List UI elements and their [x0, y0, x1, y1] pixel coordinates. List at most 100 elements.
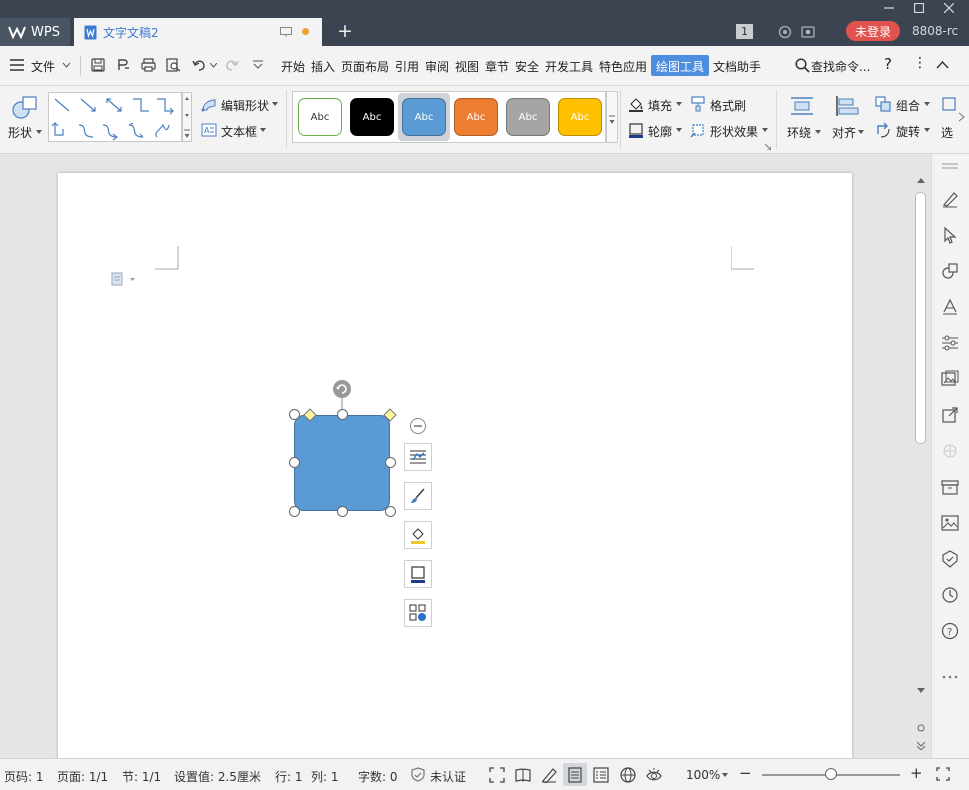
- ribbon-scroll-right-icon[interactable]: [958, 112, 965, 122]
- shape-effects-dropdown-icon[interactable]: [762, 128, 768, 132]
- new-tab-button[interactable]: +: [337, 20, 353, 42]
- history-icon[interactable]: [941, 586, 959, 604]
- minimize-icon[interactable]: [884, 3, 894, 13]
- user-id[interactable]: 8808-rc: [912, 24, 958, 38]
- tab-developer[interactable]: 开发工具: [545, 58, 593, 75]
- group-dropdown-icon[interactable]: [924, 102, 930, 106]
- translate-icon[interactable]: [941, 442, 959, 460]
- pane-collapse-icon[interactable]: [941, 162, 959, 172]
- select-pane-icon[interactable]: [941, 96, 957, 112]
- column-number[interactable]: 列: 1: [311, 768, 339, 785]
- resize-handle-left[interactable]: [289, 457, 300, 468]
- outline-button[interactable]: 轮廓: [648, 123, 672, 140]
- undo-dropdown-icon[interactable]: [210, 63, 217, 68]
- edit-shape-icon[interactable]: [201, 98, 217, 112]
- resize-handle-bottom-right[interactable]: [385, 506, 396, 517]
- prev-page-icon[interactable]: [917, 724, 925, 732]
- monitor-icon[interactable]: [280, 27, 292, 37]
- tab-page-layout[interactable]: 页面布局: [341, 58, 389, 75]
- text-box-dropdown-icon[interactable]: [260, 128, 266, 132]
- scroll-up-icon[interactable]: [917, 178, 925, 184]
- help-icon[interactable]: ?: [884, 55, 892, 73]
- customize-toolbar-icon[interactable]: [253, 60, 263, 69]
- backup-shield-icon[interactable]: [941, 550, 959, 568]
- certification-status[interactable]: 未认证: [430, 768, 466, 785]
- fill-icon[interactable]: [628, 96, 644, 112]
- reading-mode-icon[interactable]: [515, 767, 531, 783]
- search-commands[interactable]: 查找命令...: [811, 58, 870, 75]
- skin-icon[interactable]: [778, 25, 792, 39]
- line-shape-gallery[interactable]: [48, 92, 182, 142]
- resize-handle-right[interactable]: [385, 457, 396, 468]
- print-preview-icon[interactable]: [166, 58, 181, 72]
- redo-icon[interactable]: [225, 58, 239, 72]
- maximize-icon[interactable]: [914, 3, 924, 13]
- tab-review[interactable]: 审阅: [425, 58, 449, 75]
- shape-outline-button[interactable]: [404, 560, 432, 588]
- outline-dropdown-icon[interactable]: [676, 128, 682, 132]
- style-sample[interactable]: Abc: [402, 98, 446, 136]
- zoom-level[interactable]: 100%: [686, 768, 720, 782]
- style-sample[interactable]: Abc: [350, 98, 394, 136]
- zoom-in-button[interactable]: +: [910, 764, 923, 782]
- wrap-button[interactable]: 环绕: [787, 124, 811, 141]
- pen-icon[interactable]: [941, 190, 959, 208]
- badge-count[interactable]: 1: [736, 24, 753, 39]
- word-count[interactable]: 字数: 0: [358, 768, 398, 785]
- tab-doc-assistant[interactable]: 文档助手: [713, 58, 761, 75]
- collapse-ribbon-icon[interactable]: [936, 61, 949, 69]
- shape-effects-icon[interactable]: [690, 122, 706, 138]
- rotate-button[interactable]: 旋转: [896, 123, 920, 140]
- fullscreen-icon[interactable]: [489, 767, 505, 783]
- archive-icon[interactable]: [941, 478, 959, 496]
- vertical-scrollbar[interactable]: [912, 154, 930, 758]
- group-button[interactable]: 组合: [896, 97, 920, 114]
- align-icon[interactable]: [835, 95, 859, 117]
- chevron-down-icon[interactable]: [62, 62, 71, 68]
- more-options-icon[interactable]: [941, 674, 959, 680]
- section-count[interactable]: 节: 1/1: [122, 768, 161, 785]
- adjust-handle-top-right[interactable]: [383, 408, 397, 422]
- close-icon[interactable]: [944, 3, 954, 13]
- style-sample[interactable]: Abc: [298, 98, 342, 136]
- undo-icon[interactable]: [192, 58, 206, 72]
- resize-handle-bottom-left[interactable]: [289, 506, 300, 517]
- style-gallery-more[interactable]: [606, 91, 618, 143]
- resize-handle-top[interactable]: [337, 409, 348, 420]
- style-sample[interactable]: Abc: [506, 98, 550, 136]
- page-view-icon[interactable]: [567, 767, 583, 783]
- wps-home-tab[interactable]: WPS: [0, 18, 70, 46]
- fit-window-icon[interactable]: [936, 767, 950, 781]
- align-dropdown-icon[interactable]: [858, 130, 864, 134]
- style-sample[interactable]: Abc: [558, 98, 602, 136]
- outline-icon[interactable]: [628, 122, 644, 138]
- format-painter-icon[interactable]: [690, 96, 706, 112]
- print-icon[interactable]: [141, 58, 156, 72]
- image-pane-icon[interactable]: [941, 370, 959, 388]
- wrap-dropdown-icon[interactable]: [815, 130, 821, 134]
- tab-home[interactable]: 开始: [281, 58, 305, 75]
- login-button[interactable]: 未登录: [846, 21, 900, 41]
- select-cursor-icon[interactable]: [941, 226, 959, 244]
- wrap-text-icon[interactable]: [790, 95, 814, 117]
- zoom-dropdown-icon[interactable]: [722, 773, 728, 777]
- picture-icon[interactable]: [941, 514, 959, 532]
- next-page-icon[interactable]: [917, 742, 925, 750]
- adjust-handle-top-left[interactable]: [303, 408, 317, 422]
- layout-options-button[interactable]: [404, 443, 432, 471]
- shape-dropdown-icon[interactable]: [36, 130, 42, 134]
- style-sample[interactable]: Abc: [454, 98, 498, 136]
- edit-shape-button[interactable]: 编辑形状: [221, 97, 269, 114]
- settings-sliders-icon[interactable]: [941, 334, 959, 352]
- document-tab[interactable]: 文字文稿2: [74, 18, 322, 46]
- tab-drawing-tools[interactable]: 绘图工具: [651, 55, 710, 76]
- rounded-rectangle-shape[interactable]: [294, 415, 390, 511]
- feedback-icon[interactable]: [801, 25, 815, 39]
- gallery-arrows-icon[interactable]: [183, 93, 191, 143]
- share-icon[interactable]: [941, 406, 959, 424]
- output-pdf-icon[interactable]: [117, 58, 131, 72]
- shape-effects-button[interactable]: 形状效果: [710, 123, 758, 140]
- file-menu[interactable]: 文件: [31, 58, 55, 75]
- text-box-button[interactable]: 文本框: [221, 123, 257, 140]
- document-page[interactable]: [58, 173, 852, 773]
